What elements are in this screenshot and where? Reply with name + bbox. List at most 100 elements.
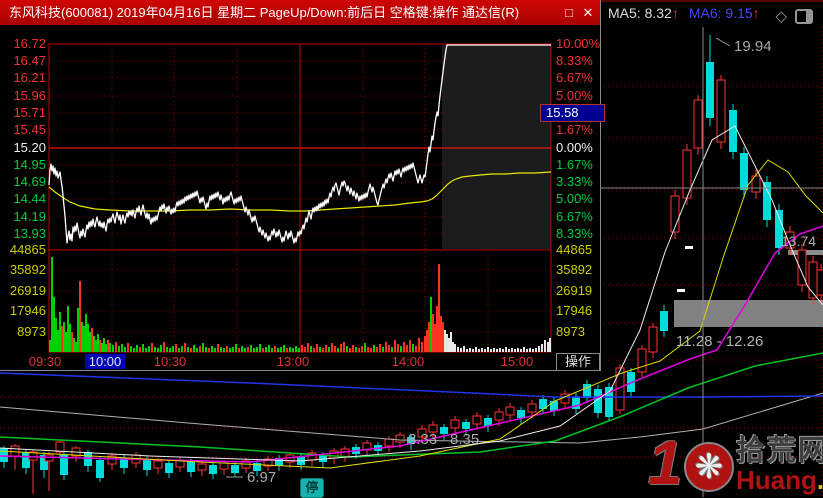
watermark-url-tld: .CN [817, 465, 823, 495]
price-axis-label: 16.21 [13, 70, 46, 85]
volume-bar [166, 347, 168, 352]
current-price-tag: 15.58 [540, 104, 605, 122]
volume-bar [428, 322, 430, 352]
volume-bar [193, 345, 195, 352]
volume-bar [382, 347, 384, 352]
volume-axis-label: 26919 [10, 283, 46, 298]
volume-bar [496, 349, 498, 352]
pct-axis-label: 8.33% [556, 226, 593, 241]
volume-bar [61, 326, 63, 352]
volume-bar [438, 264, 440, 352]
volume-bar [505, 347, 507, 352]
suspension-stamp-badge: 停 [300, 478, 324, 498]
volume-bar [238, 348, 240, 352]
bg-candle-down [729, 110, 737, 152]
volume-bar [280, 347, 282, 352]
volume-axis-label: 17946 [10, 303, 46, 318]
volume-bar [466, 349, 468, 352]
volume-bar [109, 343, 111, 352]
bg-candle-up [384, 438, 394, 447]
diamond-tool-icon[interactable]: ◇ [775, 5, 787, 28]
volume-bar [53, 297, 55, 352]
volume-bar [85, 314, 87, 352]
volume-bar [69, 324, 71, 352]
volume-bar [112, 345, 114, 352]
volume-bar [160, 345, 162, 352]
bg-candle-down [209, 465, 217, 474]
maximize-button[interactable]: □ [560, 0, 578, 25]
volume-bar [99, 340, 101, 352]
volume-bar [151, 343, 153, 352]
watermark-text: 拾荒网 Huang.CN [736, 436, 823, 493]
volume-bar [450, 332, 452, 352]
band-range-label: 11.28 - 12.26 [676, 333, 763, 350]
volume-bar [508, 349, 510, 352]
volume-bar [541, 344, 543, 352]
volume-bar [373, 345, 375, 352]
volume-bar [214, 348, 216, 352]
volume-bar [289, 347, 291, 352]
time-axis-label: 15:00 [501, 354, 534, 369]
popup-title-bar[interactable]: 东风科技(600081) 2019年04月16日 星期二 PageUp/Down… [0, 0, 600, 25]
volume-bar [81, 322, 83, 352]
bg-candle-down [0, 448, 8, 462]
volume-bar [202, 343, 204, 352]
volume-bar [544, 340, 546, 352]
volume-bar [426, 330, 428, 352]
bg-candle-up [10, 445, 20, 457]
pct-axis-label: 3.33% [556, 174, 593, 189]
volume-bar [391, 347, 393, 352]
volume-bar [367, 347, 369, 352]
annotation-pointer [715, 37, 731, 47]
volume-bar [136, 345, 138, 352]
volume-bar [196, 348, 198, 352]
price-axis-label: 15.20 [13, 140, 46, 155]
volume-bar [454, 344, 456, 352]
volume-bar [400, 346, 402, 352]
action-menu-button[interactable]: 操作 [556, 353, 600, 371]
volume-bar [163, 342, 165, 352]
volume-bar [139, 347, 141, 352]
volume-bar [442, 322, 444, 352]
volume-bar [115, 342, 117, 352]
volume-bar [75, 342, 77, 352]
volume-bar [331, 343, 333, 352]
volume-bar [105, 344, 107, 352]
volume-bar [79, 281, 81, 352]
volume-bar [325, 345, 327, 352]
volume-bar [55, 318, 57, 352]
volume-bar [187, 347, 189, 352]
bg-candle-up [395, 434, 405, 443]
close-button[interactable]: ✕ [579, 0, 597, 25]
bg-candle-down [440, 427, 448, 434]
volume-bar [478, 349, 480, 352]
intraday-chart-svg[interactable]: 16.72 16.47 16.21 15.96 15.71 15.45 15.20 14.95… [0, 25, 600, 370]
bg-candle-up [648, 326, 658, 353]
bg-candle-down [740, 153, 748, 190]
bg-candle-up [693, 99, 703, 149]
price-axis-label: 14.69 [13, 174, 46, 189]
volume-bar [103, 338, 105, 352]
volume-bar [49, 340, 51, 352]
volume-bar [412, 344, 414, 352]
pct-axis-label: 6.67% [556, 70, 593, 85]
volume-bar [244, 348, 246, 352]
volume-bar [328, 347, 330, 352]
volume-bar [178, 348, 180, 352]
price-axis-label: 15.71 [13, 105, 46, 120]
volume-bar [388, 345, 390, 352]
volume-bar [130, 346, 132, 352]
volume-bar [295, 346, 297, 352]
volume-axis-label: 26919 [556, 283, 592, 298]
split-window-icon[interactable] [795, 9, 813, 24]
volume-bar [63, 322, 65, 352]
ma6-label: MA6: 9.15 [688, 5, 753, 21]
volume-bar [107, 340, 109, 352]
volume-bar [145, 348, 147, 352]
volume-bar [547, 342, 549, 352]
watermark-number: 1 ❋ [648, 433, 734, 495]
volume-bar [232, 347, 234, 352]
bg-candle-up [527, 403, 537, 413]
volume-bar [154, 347, 156, 352]
volume-bar [361, 346, 363, 352]
